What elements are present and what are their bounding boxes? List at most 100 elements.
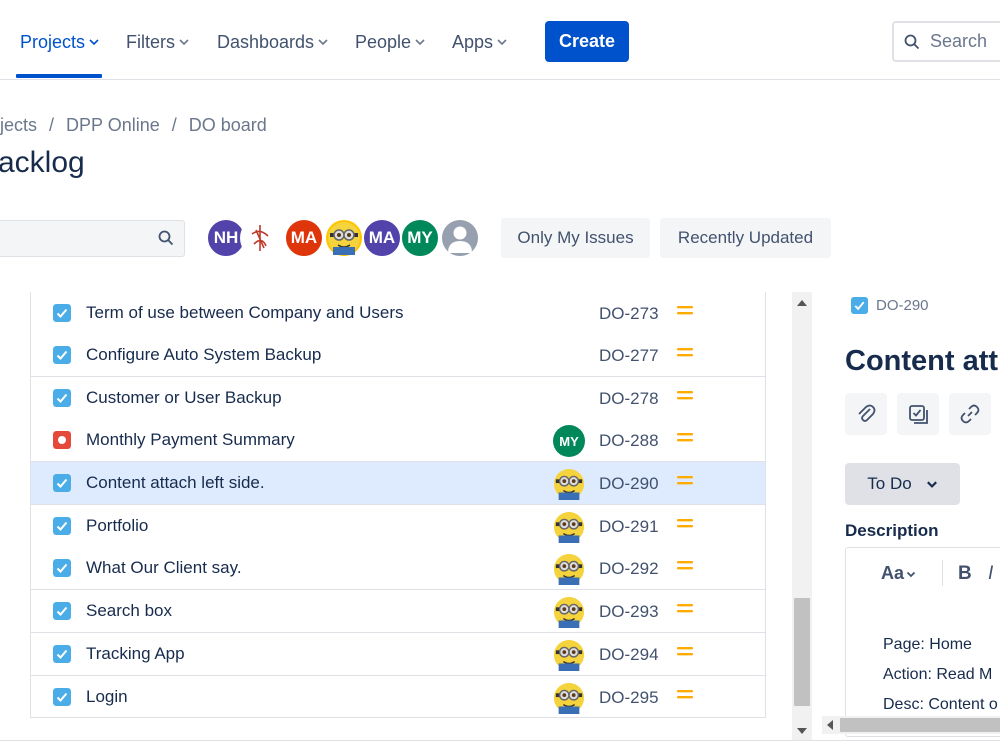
task-type-icon (53, 304, 71, 322)
issue-row[interactable]: Tracking App DO-294 (31, 633, 765, 676)
issue-key[interactable]: DO-292 (599, 559, 659, 579)
backlog-search-input[interactable] (0, 220, 185, 257)
issue-row[interactable]: Monthly Payment Summary MY DO-288 (31, 419, 765, 462)
issue-key[interactable]: DO-291 (599, 517, 659, 537)
scrollbar-thumb[interactable] (794, 598, 810, 706)
breadcrumb: jects / DPP Online / DO board (0, 115, 267, 136)
issue-assignee-avatar[interactable] (553, 682, 585, 714)
detail-issue-title[interactable]: Content att (845, 345, 998, 378)
nav-active-indicator (16, 74, 102, 78)
chevron-down-icon (89, 39, 99, 46)
issue-key[interactable]: DO-290 (599, 474, 659, 494)
nav-apps[interactable]: Apps (452, 28, 507, 56)
avatar-ma[interactable]: MA (284, 218, 324, 258)
issue-assignee-avatar[interactable] (553, 553, 585, 585)
issue-summary: Search box (86, 601, 172, 620)
issue-key[interactable]: DO-295 (599, 688, 659, 708)
issue-assignee-avatar[interactable] (553, 511, 585, 543)
breadcrumb-projects[interactable]: jects (0, 115, 37, 136)
issue-row[interactable]: Login DO-295 (31, 676, 765, 717)
issue-summary: Monthly Payment Summary (86, 430, 295, 449)
issue-key[interactable]: DO-277 (599, 346, 659, 366)
detail-issue-key-link[interactable]: DO-290 (851, 297, 929, 314)
link-issue-button[interactable] (949, 393, 991, 435)
issue-row[interactable]: Portfolio DO-291 (31, 505, 765, 548)
priority-medium-icon (677, 430, 693, 449)
avatar-signature[interactable] (240, 218, 280, 258)
search-icon (904, 34, 920, 49)
issue-row[interactable]: Content attach left side. DO-290 (31, 462, 765, 505)
task-type-icon (53, 688, 71, 706)
issue-row[interactable]: Configure Auto System Backup DO-277 (31, 334, 765, 377)
priority-medium-icon (677, 687, 693, 706)
attach-button[interactable] (845, 393, 887, 435)
detail-horizontal-scrollbar[interactable] (822, 716, 1000, 734)
bug-type-icon (53, 431, 71, 449)
chevron-down-icon (318, 39, 328, 46)
minion-avatar-icon (553, 511, 585, 543)
issue-row[interactable]: Customer or User Backup DO-278 (31, 377, 765, 420)
task-type-icon (53, 559, 71, 577)
issue-summary: Portfolio (86, 516, 149, 535)
avatar-ma-2[interactable]: MA (362, 218, 402, 258)
scroll-down-arrow-icon[interactable] (797, 728, 807, 734)
nav-people[interactable]: People (355, 28, 425, 56)
create-subtask-button[interactable] (897, 393, 939, 435)
search-icon (158, 230, 174, 246)
avatar-minion[interactable] (324, 218, 364, 258)
issue-assignee-avatar[interactable]: MY (553, 425, 585, 457)
issue-row[interactable]: What Our Client say. DO-292 (31, 547, 765, 590)
breadcrumb-project[interactable]: DPP Online (66, 115, 160, 136)
italic-button[interactable]: I (988, 563, 993, 585)
paperclip-icon (858, 404, 876, 422)
horizontal-scrollbar-thumb[interactable] (840, 718, 1000, 732)
scroll-up-arrow-icon[interactable] (797, 300, 807, 306)
bold-button[interactable]: B (958, 563, 972, 585)
toolbar-divider (942, 560, 943, 586)
issue-summary: Configure Auto System Backup (86, 345, 322, 364)
global-search-input[interactable]: Search (892, 21, 1000, 62)
breadcrumb-board[interactable]: DO board (189, 115, 267, 136)
create-button[interactable]: Create (545, 21, 629, 62)
issue-assignee-avatar[interactable] (553, 639, 585, 671)
recently-updated-button[interactable]: Recently Updated (660, 218, 831, 258)
issue-row[interactable]: Term of use between Company and Users DO-… (31, 292, 765, 335)
issue-key[interactable]: DO-278 (599, 389, 659, 409)
only-my-issues-button[interactable]: Only My Issues (501, 218, 650, 258)
nav-projects[interactable]: Projects (20, 28, 99, 56)
issue-summary: Term of use between Company and Users (86, 303, 404, 322)
issue-summary: Customer or User Backup (86, 388, 282, 407)
user-icon (448, 226, 472, 253)
issue-key[interactable]: DO-288 (599, 431, 659, 451)
issue-key[interactable]: DO-273 (599, 304, 659, 324)
description-editor[interactable]: Aa B I Page: Home Action: Read M Desc: C… (845, 547, 1000, 737)
issue-key[interactable]: DO-294 (599, 645, 659, 665)
page-title: acklog (0, 146, 85, 179)
task-type-icon (53, 645, 71, 663)
signature-avatar-icon (251, 225, 269, 251)
minion-avatar-icon (553, 468, 585, 500)
text-style-dropdown[interactable]: Aa (881, 563, 916, 584)
editor-toolbar: Aa B I (846, 548, 1000, 598)
avatar-my[interactable]: MY (400, 218, 440, 258)
backlog-scrollbar[interactable] (792, 292, 812, 740)
task-type-icon (53, 389, 71, 407)
issue-summary: Tracking App (86, 644, 185, 663)
task-type-icon (53, 517, 71, 535)
nav-dashboards[interactable]: Dashboards (217, 28, 328, 56)
priority-medium-icon (677, 473, 693, 492)
scroll-left-arrow-icon[interactable] (827, 720, 833, 730)
top-navigation: Projects Filters Dashboards People Apps … (0, 0, 1000, 80)
issue-row[interactable]: Search box DO-293 (31, 590, 765, 633)
issue-assignee-avatar[interactable] (553, 468, 585, 500)
breadcrumb-separator: / (171, 115, 177, 135)
bottom-divider (0, 740, 1000, 750)
nav-filters[interactable]: Filters (126, 28, 189, 56)
issue-assignee-avatar[interactable] (553, 596, 585, 628)
description-line: Desc: Content o (883, 696, 998, 713)
status-dropdown[interactable]: To Do (845, 463, 960, 505)
issue-detail-panel: DO-290 Content att To Do Description Aa … (832, 285, 1000, 750)
description-line: Action: Read M (883, 666, 993, 683)
issue-key[interactable]: DO-293 (599, 602, 659, 622)
avatar-unassigned[interactable] (440, 218, 480, 258)
